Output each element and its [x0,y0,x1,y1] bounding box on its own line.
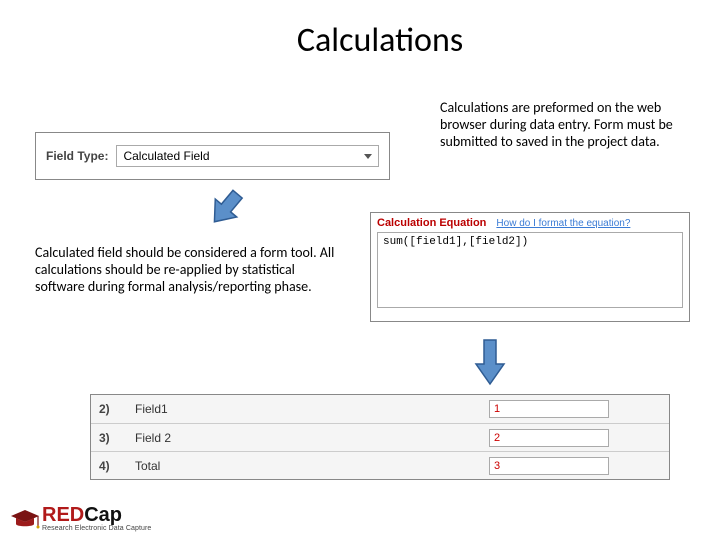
arrow-down-icon [468,336,512,388]
field-type-select[interactable]: Calculated Field [116,145,379,167]
chevron-down-icon [364,154,372,159]
logo-subtitle: Research Electronic Data Capture [42,525,151,532]
arrow-icon [204,186,248,230]
calc-equation-label: Calculation Equation [377,217,486,229]
calculation-equation-panel: Calculation Equation How do I format the… [370,212,690,322]
field1-input[interactable] [489,400,609,418]
row-label: Field 2 [135,431,489,445]
calc-equation-textarea[interactable] [377,232,683,308]
page-title: Calculations [0,20,720,61]
field-type-panel: Field Type: Calculated Field [35,132,390,180]
field-type-label: Field Type: [46,149,108,163]
table-row: 3) Field 2 [91,423,669,451]
row-label: Field1 [135,402,489,416]
field-type-selected: Calculated Field [123,149,209,163]
redcap-logo: REDCap Research Electronic Data Capture [10,505,151,532]
table-row: 2) Field1 [91,395,669,423]
row-label: Total [135,459,489,473]
table-row: 4) Total [91,451,669,479]
graduation-cap-icon [10,508,40,530]
note-top-right: Calculations are preformed on the web br… [440,100,680,150]
fields-table: 2) Field1 3) Field 2 4) Total [90,394,670,480]
logo-wordmark: REDCap [42,505,151,525]
row-number: 3) [91,431,135,445]
row-number: 4) [91,459,135,473]
note-left-mid: Calculated field should be considered a … [35,245,335,295]
calc-equation-hint-link[interactable]: How do I format the equation? [496,218,630,229]
total-input[interactable] [489,457,609,475]
field2-input[interactable] [489,429,609,447]
row-number: 2) [91,402,135,416]
